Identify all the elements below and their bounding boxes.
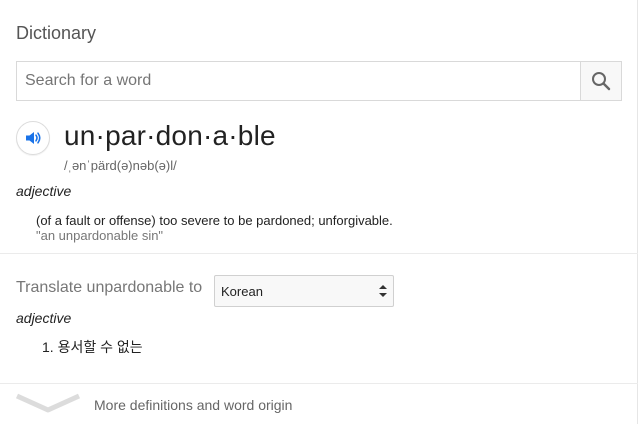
example-sentence: "an unpardonable sin" xyxy=(36,228,164,243)
speaker-icon xyxy=(26,132,41,144)
search-input[interactable] xyxy=(17,62,580,100)
translate-label: Translate unpardonable to xyxy=(16,279,203,296)
pronunciation-button[interactable] xyxy=(16,121,50,155)
footer-divider xyxy=(0,383,638,384)
search-button[interactable] xyxy=(580,62,621,100)
phonetic-spelling: /ˌənˈpärd(ə)nəb(ə)l/ xyxy=(64,158,177,173)
search-box xyxy=(16,61,622,101)
definition-text: (of a fault or offense) too severe to be… xyxy=(36,213,393,228)
chevron-down-icon[interactable] xyxy=(15,392,81,414)
language-select[interactable]: Korean xyxy=(214,275,394,307)
translation-part-of-speech: adjective xyxy=(16,310,72,326)
dictionary-card: Dictionary un·par·don·a·ble /ˌənˈpärd(ə)… xyxy=(0,0,638,424)
dictionary-title: Dictionary xyxy=(16,23,97,43)
translation-item: 1. 용서할 수 없는 xyxy=(42,339,143,355)
search-icon xyxy=(592,72,611,91)
part-of-speech: adjective xyxy=(16,183,72,199)
section-divider xyxy=(0,253,638,254)
language-select-value: Korean xyxy=(221,283,263,299)
more-definitions-link[interactable]: More definitions and word origin xyxy=(94,397,292,413)
select-arrows-icon xyxy=(379,285,387,297)
headword: un·par·don·a·ble xyxy=(64,120,276,151)
